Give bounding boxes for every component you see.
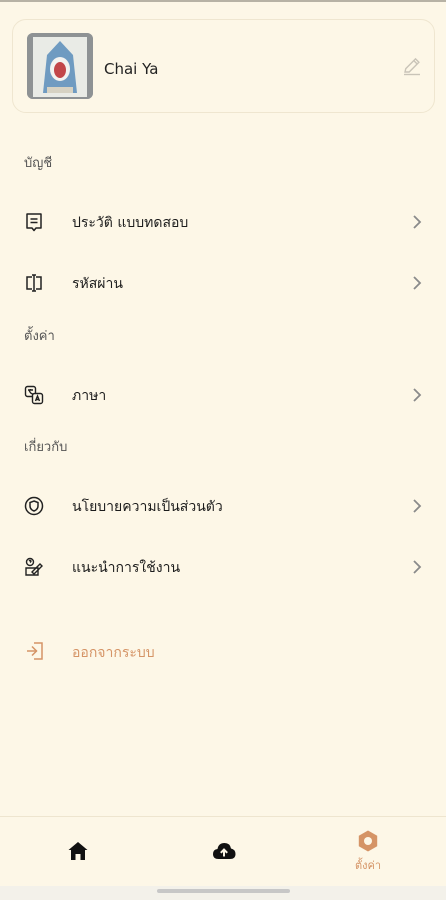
settings-icon [358,830,378,852]
cloud-upload-icon [213,843,236,859]
home-indicator[interactable] [157,889,290,893]
chevron-right-icon [413,388,422,402]
menu-item-label: รหัสผ่าน [72,276,123,292]
nav-settings-label: ตั้งค่า [354,859,382,872]
guide-icon [25,557,43,576]
status-bar-divider [0,0,446,2]
menu-item-password[interactable]: รหัสผ่าน [0,258,446,308]
edit-profile-button[interactable] [401,55,423,77]
menu-item-label: ภาษา [72,388,107,404]
menu-item-language[interactable]: ภาษา [0,370,446,420]
logout-icon [27,642,43,660]
section-label-settings: ตั้งค่า [24,329,55,344]
chevron-right-icon [413,499,422,513]
home-icon [68,842,88,860]
section-label-account: บัญชี [24,156,53,171]
menu-item-privacy-policy[interactable]: นโยบายความเป็นส่วนตัว [0,481,446,531]
menu-item-test-history[interactable]: ประวัติ แบบทดสอบ [0,197,446,247]
profile-card[interactable]: Chai Ya [12,19,435,113]
logout-label: ออกจากระบบ [72,645,155,661]
translate-icon [24,385,44,405]
avatar[interactable] [27,33,93,99]
menu-item-usage-guide[interactable]: แนะนำการใช้งาน [0,542,446,592]
profile-name: Chai Ya [104,60,159,78]
menu-item-label: ประวัติ แบบทดสอบ [72,215,189,231]
chevron-right-icon [413,276,422,290]
chevron-right-icon [413,560,422,574]
nav-settings[interactable]: ตั้งค่า [308,817,428,887]
logout-button[interactable]: ออกจากระบบ [0,632,446,672]
privacy-shield-icon [24,496,44,516]
menu-item-label: แนะนำการใช้งาน [72,560,181,576]
nav-upload[interactable] [164,817,284,887]
document-icon [26,213,42,232]
chevron-right-icon [413,215,422,229]
pencil-icon [404,57,420,76]
menu-item-label: นโยบายความเป็นส่วนตัว [72,499,223,515]
nav-home[interactable] [18,817,138,887]
password-icon [26,274,42,292]
section-label-about: เกี่ยวกับ [24,440,68,455]
bottom-navigation: ตั้งค่า [0,816,446,887]
